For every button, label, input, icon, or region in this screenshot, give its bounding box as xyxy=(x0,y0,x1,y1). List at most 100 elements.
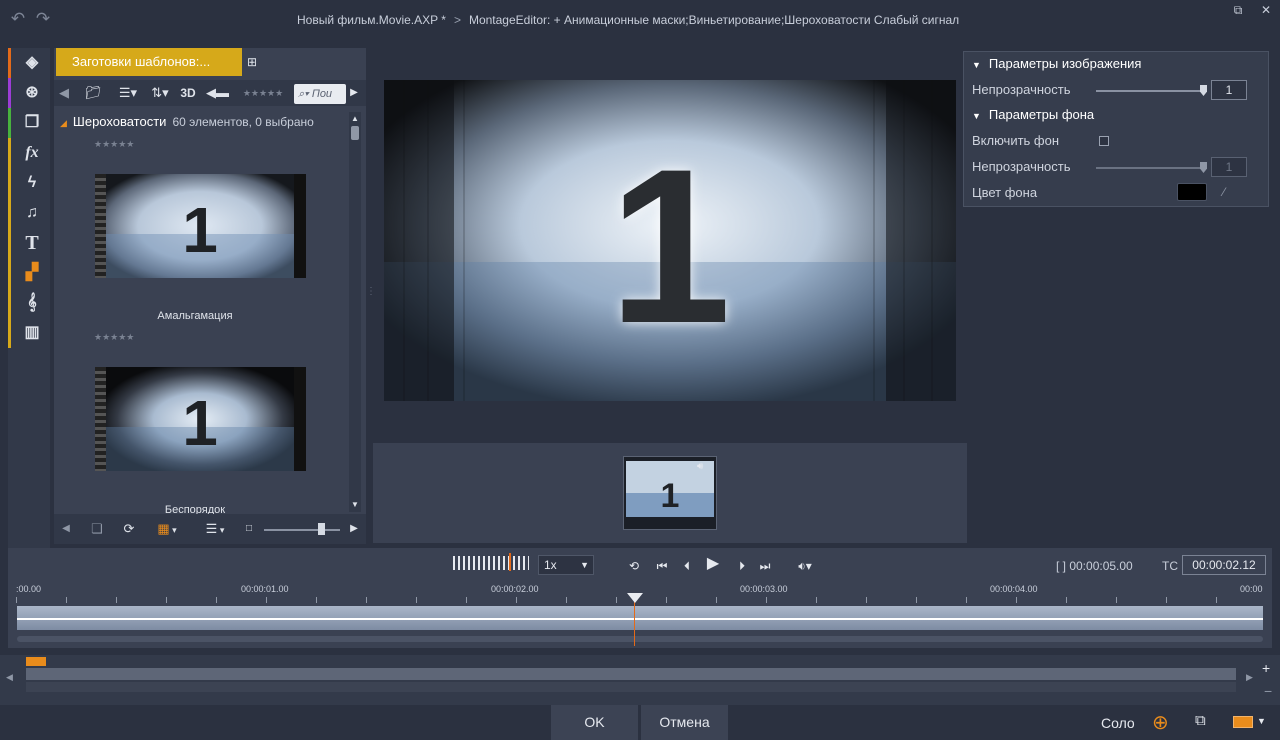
category-sound[interactable]: ▥ xyxy=(8,318,50,348)
category-scorefitter[interactable]: 𝄞 xyxy=(8,288,50,318)
timeline-ruler[interactable] xyxy=(16,597,1264,603)
speed-select[interactable]: 1x ▼ xyxy=(538,555,594,575)
category-title[interactable]: T xyxy=(8,228,50,258)
zoom-out-icon[interactable]: − xyxy=(1264,683,1272,699)
enable-bg-checkbox[interactable] xyxy=(1099,136,1109,146)
category-fx[interactable]: fx xyxy=(8,138,50,168)
timecode-label: TC xyxy=(1162,559,1178,573)
playhead[interactable] xyxy=(634,600,635,646)
timeline-scrollbar[interactable] xyxy=(17,636,1263,642)
go-to-end-icon[interactable]: ⏭︎ xyxy=(757,557,773,575)
add-tab-icon[interactable]: ⊞ xyxy=(247,55,257,69)
tag-icon[interactable]: ◀▬ xyxy=(206,84,229,102)
category-reel[interactable]: ⊛ xyxy=(8,78,50,108)
expand-right-icon[interactable]: ▶ xyxy=(348,520,360,538)
window-title: Новый фильм.Movie.AXP * > MontageEditor: +… xyxy=(297,13,959,27)
stack-icon[interactable]: ❏ xyxy=(88,520,106,538)
bg-opacity-input[interactable]: 1 xyxy=(1211,157,1247,177)
bg-color-swatch[interactable] xyxy=(1177,183,1207,201)
ruler-label: 00:00:02.00 xyxy=(491,584,539,594)
aspect-ratio-icon[interactable] xyxy=(1233,716,1253,728)
collection-header[interactable]: ◢ Шероховатости 60 элементов, 0 выбрано xyxy=(60,114,314,132)
zoom-in-icon[interactable]: + xyxy=(1262,660,1270,676)
image-params-header[interactable]: ▼ Параметры изображения xyxy=(972,53,1141,75)
expand-triangle-icon: ▼ xyxy=(972,111,981,121)
category-media-library[interactable]: ◈ xyxy=(8,48,50,78)
eyedropper-icon[interactable]: ⁄ xyxy=(1223,185,1225,199)
solo-label[interactable]: Соло xyxy=(1101,715,1135,731)
sort-icon[interactable]: ⇅▾ xyxy=(148,84,172,102)
thumb-digit: 1 xyxy=(182,387,218,459)
category-pages[interactable]: ❐ xyxy=(8,108,50,138)
splitter-handle[interactable]: ⋮ xyxy=(366,286,376,297)
library-search-input[interactable]: ⌕▾ Пои xyxy=(294,84,346,104)
volume-icon[interactable]: 🔉︎▾ xyxy=(792,557,818,575)
jog-shuttle-marker[interactable] xyxy=(509,553,511,571)
ok-button[interactable]: OK xyxy=(551,705,638,740)
expand-right-icon[interactable]: ▶ xyxy=(348,84,360,102)
jog-shuttle[interactable] xyxy=(453,556,529,570)
overview-right-icon[interactable]: ▶ xyxy=(1246,672,1253,683)
library-tab[interactable]: Заготовки шаблонов:... xyxy=(56,48,242,76)
category-music[interactable]: ♫ xyxy=(8,198,50,228)
details-view-icon[interactable]: ☰ ▾ xyxy=(198,520,232,538)
go-to-start-icon[interactable]: ⏮︎ xyxy=(654,557,670,575)
library-item-label: Амальгамация xyxy=(157,310,233,322)
overview-clip-marker[interactable] xyxy=(26,657,46,666)
step-back-icon[interactable]: ⏴︎ xyxy=(679,557,695,575)
thumb-size-knob[interactable] xyxy=(318,523,325,535)
video-preview[interactable]: 1 1 xyxy=(384,80,956,401)
preview-digit: 1 xyxy=(609,123,731,369)
folder-icon[interactable]: 📁︎ xyxy=(84,84,102,102)
chevron-down-icon[interactable]: ▼ xyxy=(1257,716,1266,726)
3d-filter-button[interactable]: 3D xyxy=(178,84,198,102)
overview-track[interactable] xyxy=(26,668,1236,680)
category-icon-bar: ◈ ⊛ ❐ fx ϟ ♫ T ▞ 𝄞 ▥ xyxy=(8,48,50,548)
collapse-triangle-icon[interactable]: ◢ xyxy=(60,118,67,128)
refresh-icon[interactable]: ⟳ xyxy=(120,520,138,538)
restore-window-icon[interactable]: ⧉ xyxy=(1230,3,1246,17)
timecode-input[interactable]: 00:00:02.12 xyxy=(1182,555,1266,575)
loop-icon[interactable]: ⟲ xyxy=(624,557,644,575)
item-rating[interactable]: ★★★★★ xyxy=(94,332,134,343)
image-params-title: Параметры изображения xyxy=(988,56,1142,71)
step-forward-icon[interactable]: ⏵︎ xyxy=(734,557,750,575)
library-scrollbar[interactable] xyxy=(349,112,361,512)
opacity-slider-knob[interactable] xyxy=(1200,85,1207,96)
grid-view-icon[interactable]: ▦ ▾ xyxy=(150,520,184,538)
cancel-button[interactable]: Отмена xyxy=(641,705,728,740)
title-separator: > xyxy=(453,13,461,27)
item-rating[interactable]: ★★★★★ xyxy=(94,139,134,150)
play-icon[interactable]: ▶ xyxy=(704,555,722,573)
external-preview-icon[interactable]: ⧉ xyxy=(1195,712,1206,729)
background-params-header[interactable]: ▼ Параметры фона xyxy=(972,104,1094,126)
bg-opacity-slider[interactable] xyxy=(1096,167,1204,169)
speaker-icon[interactable]: 🔊︎ xyxy=(697,461,703,472)
scroll-up-icon[interactable]: ▲ xyxy=(351,114,359,123)
library-item-thumbnail[interactable]: 1 xyxy=(106,174,306,278)
close-window-icon[interactable]: ✕ xyxy=(1258,3,1274,17)
scroll-down-icon[interactable]: ▼ xyxy=(351,500,359,509)
overview-left-icon[interactable]: ◀ xyxy=(6,672,13,683)
collapse-left-icon[interactable]: ◀ xyxy=(60,520,72,538)
thumb-digit: 1 xyxy=(182,194,218,266)
opacity-input[interactable]: 1 xyxy=(1211,80,1247,100)
bg-opacity-slider-knob[interactable] xyxy=(1200,162,1207,173)
library-bottom-toolbar: ◀ ❏ ⟳ ▦ ▾ ☰ ▾ □ ▶ xyxy=(54,514,366,544)
opacity-slider[interactable] xyxy=(1096,90,1204,92)
library-scroll-thumb[interactable] xyxy=(351,126,359,140)
thumb-size-slider[interactable] xyxy=(264,529,340,531)
title-icon: T xyxy=(25,232,39,254)
undo-arrow-icon[interactable]: ↶ xyxy=(7,9,29,29)
pages-icon: ❐ xyxy=(24,114,40,131)
chevron-down-icon: ▼ xyxy=(580,560,589,570)
rating-filter[interactable]: ★★★★★ xyxy=(238,84,288,102)
small-thumb-icon[interactable]: □ xyxy=(242,520,256,538)
category-montage[interactable]: ▞ xyxy=(8,258,50,288)
list-view-icon[interactable]: ☰▾ xyxy=(116,84,140,102)
target-icon[interactable]: ⊕ xyxy=(1152,710,1169,735)
redo-arrow-icon[interactable]: ↷ xyxy=(32,9,54,29)
library-item-thumbnail[interactable]: 1 xyxy=(106,367,306,471)
category-transitions[interactable]: ϟ xyxy=(8,168,50,198)
collapse-left-icon[interactable]: ◀ xyxy=(58,84,70,102)
